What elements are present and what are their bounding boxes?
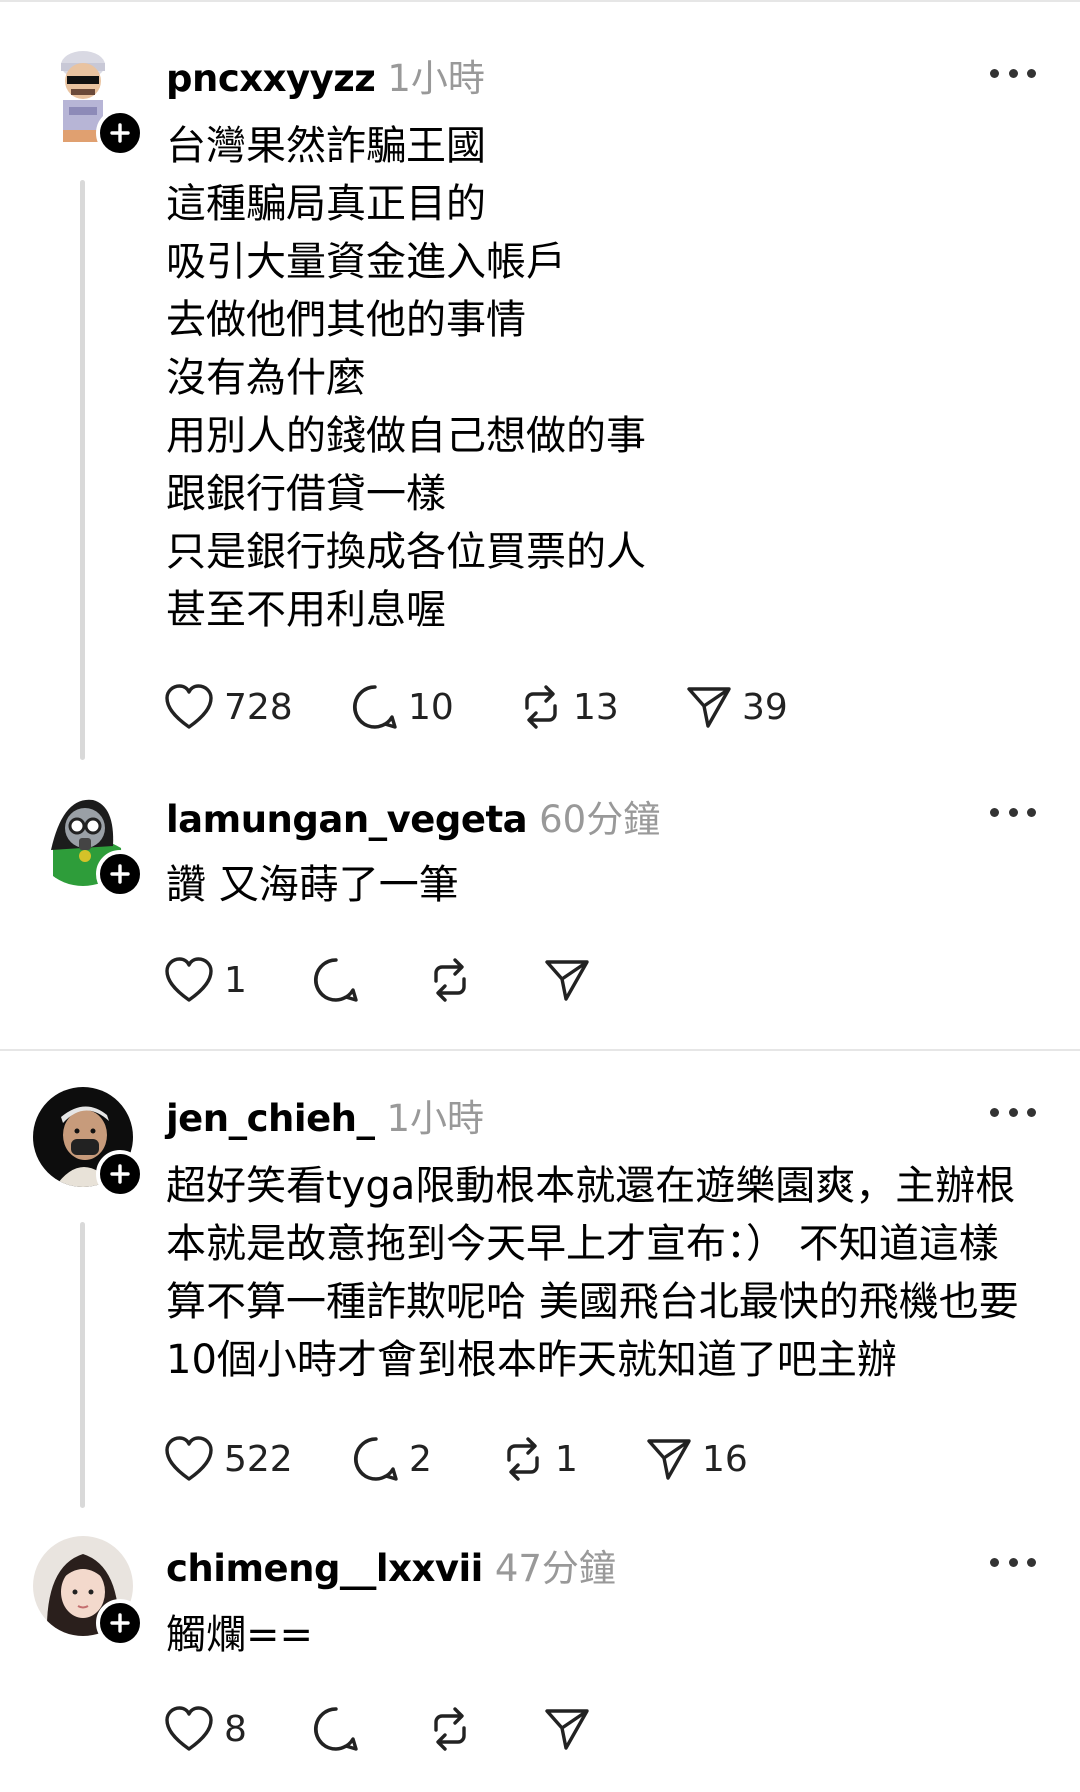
comment-icon [353, 685, 397, 729]
text-line: 只是銀行換成各位買票的人 [166, 529, 646, 575]
text-line: 甚至不用利息喔 [166, 587, 446, 633]
text-line: 台灣果然詐騙王國 [166, 123, 486, 169]
post-text: 台灣果然詐騙王國 這種騙局真正目的 吸引大量資金進入帳戶 去做他們其他的事情 沒… [166, 117, 1046, 639]
post-text: 讚 又海蒔了一筆 [166, 856, 1046, 914]
timestamp: 47分鐘 [494, 1547, 616, 1590]
timestamp: 1小時 [386, 1097, 485, 1140]
heart-icon [165, 957, 213, 1002]
text-line: 觸爛== [166, 1612, 314, 1658]
post-text: 觸爛== [166, 1606, 1046, 1664]
reply-count: 2 [409, 1438, 432, 1480]
comment-icon [314, 958, 358, 1002]
text-line: 讚 又海蒔了一筆 [166, 862, 459, 908]
like-button[interactable]: 8 [164, 1704, 247, 1754]
follow-button[interactable] [96, 1150, 144, 1198]
heart-icon [165, 684, 213, 729]
thread-line [80, 180, 85, 760]
like-button[interactable]: 1 [164, 955, 247, 1005]
text-line: 本就是故意拖到今天早上才宣布：） 不知道這樣 [166, 1221, 999, 1267]
reply-button[interactable] [313, 1704, 359, 1754]
repost-count: 13 [573, 686, 619, 728]
more-icon[interactable] [990, 1556, 1036, 1568]
username[interactable]: pncxxyyzz [166, 57, 376, 100]
repost-icon [507, 1437, 539, 1481]
post-header: pncxxyyzz 1小時 [166, 48, 485, 100]
plus-icon [110, 1164, 130, 1184]
more-icon[interactable] [990, 806, 1036, 818]
follow-button[interactable] [96, 1599, 144, 1647]
top-divider [0, 0, 1080, 2]
share-button[interactable]: 16 [646, 1434, 748, 1484]
send-icon [545, 960, 589, 1001]
text-line: 用別人的錢做自己想做的事 [166, 413, 646, 459]
more-icon[interactable] [990, 67, 1036, 79]
like-count: 522 [224, 1438, 293, 1480]
heart-icon [165, 1436, 213, 1481]
reply-count: 10 [408, 686, 454, 728]
send-icon [647, 1439, 691, 1480]
follow-button[interactable] [96, 850, 144, 898]
plus-icon [110, 864, 130, 884]
text-line: 10個小時才會到根本昨天就知道了吧主辦 [166, 1337, 897, 1383]
username[interactable]: chimeng__lxxvii [166, 1547, 483, 1590]
thread-divider [0, 1049, 1080, 1051]
reply-button[interactable]: 2 [353, 1434, 432, 1484]
thread-line [80, 1222, 85, 1508]
text-line: 這種騙局真正目的 [166, 181, 486, 227]
like-count: 1 [224, 959, 247, 1001]
text-line: 吸引大量資金進入帳戶 [166, 239, 566, 285]
post-text: 超好笑看tyga限動根本就還在遊樂園爽，主辦根 本就是故意拖到今天早上才宣布：）… [166, 1157, 1066, 1389]
text-line: 超好笑看tyga限動根本就還在遊樂園爽，主辦根 [166, 1163, 1016, 1209]
share-count: 39 [742, 686, 788, 728]
repost-icon [434, 1707, 466, 1751]
post-header: chimeng__lxxvii 47分鐘 [166, 1538, 616, 1590]
text-line: 算不算一種詐欺呢哈 美國飛台北最快的飛機也要 [166, 1279, 1019, 1325]
plus-icon [110, 1613, 130, 1633]
timestamp: 60分鐘 [539, 798, 661, 841]
reply-button[interactable]: 10 [352, 682, 454, 732]
repost-button[interactable] [428, 955, 472, 1005]
repost-count: 1 [555, 1438, 578, 1480]
share-button[interactable] [544, 1704, 590, 1754]
comment-icon [314, 1707, 358, 1751]
heart-icon [165, 1706, 213, 1751]
share-count: 16 [702, 1438, 748, 1480]
post-header: lamungan_vegeta 60分鐘 [166, 789, 660, 841]
share-button[interactable]: 39 [686, 682, 788, 732]
like-button[interactable]: 728 [164, 682, 293, 732]
text-line: 去做他們其他的事情 [166, 297, 526, 343]
like-button[interactable]: 522 [164, 1434, 293, 1484]
share-button[interactable] [544, 955, 590, 1005]
like-count: 728 [224, 686, 293, 728]
send-icon [687, 687, 731, 728]
send-icon [545, 1709, 589, 1750]
repost-button[interactable]: 1 [501, 1434, 578, 1484]
more-icon[interactable] [990, 1106, 1036, 1118]
reply-button[interactable] [313, 955, 359, 1005]
username[interactable]: lamungan_vegeta [166, 798, 528, 841]
repost-icon [525, 685, 557, 729]
plus-icon [110, 123, 130, 143]
follow-button[interactable] [96, 109, 144, 157]
repost-button[interactable] [428, 1704, 472, 1754]
timestamp: 1小時 [387, 57, 485, 100]
repost-icon [434, 958, 466, 1002]
text-line: 沒有為什麼 [166, 355, 366, 401]
comment-icon [354, 1437, 398, 1481]
like-count: 8 [224, 1708, 247, 1750]
text-line: 跟銀行借貸一樣 [166, 471, 446, 517]
repost-button[interactable]: 13 [519, 682, 619, 732]
username[interactable]: jen_chieh_ [166, 1097, 375, 1140]
post-header: jen_chieh_ 1小時 [166, 1088, 484, 1140]
